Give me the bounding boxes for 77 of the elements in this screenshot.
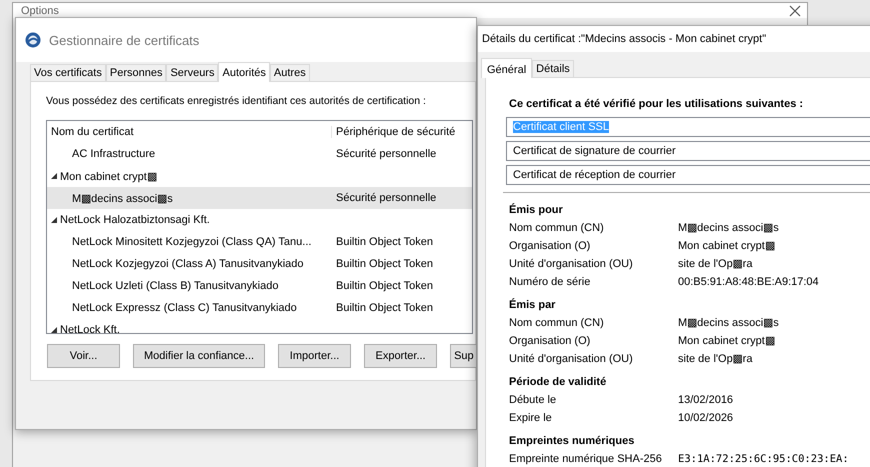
tab[interactable]: Autorités [218,62,270,82]
field-value: Mon cabinet crypt▩ [678,239,775,254]
field-label: Numéro de série [509,275,592,290]
certificate-name: Mon cabinet crypt▩ [60,170,157,182]
certificate-name: AC Infrastructure [72,148,156,160]
field-value: site de l'Op▩ra [678,352,752,367]
expanded-icon[interactable] [50,326,58,333]
usage-text: Certificat de signature de courrier [513,145,676,157]
field-label: Unité d'organisation (OU) [509,352,634,367]
window-title: Gestionnaire de certificats [49,32,200,48]
certificate-name: NetLock Expressz (Class C) Tanusitvanykiado [72,302,297,314]
action-button[interactable]: Sup [450,344,476,368]
usage-text: Certificat client SSL [513,121,609,133]
field-label: Débute le [509,393,558,408]
usage-text: Certificat de réception de courrier [513,169,676,181]
tab[interactable]: Serveurs [166,64,218,81]
tree-row[interactable]: NetLock Uzleti (Class B) Tanusitvanykiado Builtin Object Token [47,275,472,297]
tree-row[interactable]: NetLock Minositett Kozjegyzoi (Class QA) Tanu... Builtin Object Token [47,231,472,253]
security-device: Builtin Object Token [336,258,434,270]
security-device: Sécurité personnelle [336,148,436,160]
app-logo-icon [25,32,41,48]
section-heading: Ce certificat a été vérifié pour les utilisations suivantes : [509,98,804,112]
tree-row[interactable]: AC Infrastructure Sécurité personnelle [47,143,472,165]
field-value: Mon cabinet crypt▩ [678,334,775,349]
tree-row[interactable]: M▩decins associ▩s Sécurité personnelle [47,187,472,209]
field-value: M▩decins associ▩s [678,316,779,331]
tab[interactable]: Vos certificats [30,64,106,81]
tab[interactable]: Autres [270,64,310,81]
certificate-name: M▩decins associ▩s [72,192,173,204]
tree-row[interactable]: NetLock Kft. [47,319,472,333]
usage-field[interactable]: Certificat de signature de courrier [506,141,870,161]
security-device: Sécurité personnelle [336,192,436,204]
field-value: M▩decins associ▩s [678,221,779,236]
expanded-icon[interactable] [50,172,58,180]
action-button[interactable]: Voir... [47,344,120,368]
field-label: Expire le [509,411,553,426]
field-value: 13/02/2016 [678,393,734,408]
expanded-icon[interactable] [50,216,58,224]
certificate-name: NetLock Uzleti (Class B) Tanusitvanykiado [72,280,278,292]
field-value: 10/02/2026 [678,411,734,426]
section-heading: Émis par [509,297,556,313]
security-device: Builtin Object Token [336,280,434,292]
field-value: 00:B5:91:A8:48:BE:A9:17:04 [678,275,819,290]
window-title: Détails du certificat :"Mdecins associs - Mon cabinet crypt" [482,33,766,45]
action-button[interactable]: Exporter... [364,344,438,368]
certificate-name: NetLock Kozjegyzoi (Class A) Tanusitvanykiado [72,258,304,270]
security-device: Builtin Object Token [336,236,434,248]
tree-row[interactable]: Mon cabinet crypt▩ [47,165,472,187]
tab[interactable]: Général [481,58,532,78]
field-label: Organisation (O) [509,239,592,254]
security-device: Builtin Object Token [336,302,434,314]
field-label: Unité d'organisation (OU) [509,257,634,272]
tree-row[interactable]: NetLock Kozjegyzoi (Class A) Tanusitvanykiado Builtin Object Token [47,253,472,275]
certificate-name: NetLock Halozatbiztonsagi Kft. [60,214,210,226]
action-button[interactable]: Importer... [278,344,352,368]
close-icon[interactable] [789,4,801,16]
tab[interactable]: Personnes [106,64,166,81]
tree-row[interactable]: NetLock Expressz (Class C) Tanusitvanykiado Builtin Object Token [47,297,472,319]
window-title: Options [21,4,59,16]
instruction-text: Vous possédez des certificats enregistrés identifiant ces autorités de certification : [46,95,426,109]
field-value: E3:1A:72:25:6C:95:C0:23:EA: [678,452,849,467]
certificate-name: NetLock Minositett Kozjegyzoi (Class QA) Tanu... [72,236,312,248]
certificate-name: NetLock Kft. [60,324,120,333]
column-header[interactable]: Nom du certificat [47,126,331,138]
field-label: Nom commun (CN) [509,221,605,236]
tab[interactable]: Détails [532,60,574,77]
action-button[interactable]: Modifier la confiance... [133,344,266,368]
field-value: site de l'Op▩ra [678,257,752,272]
column-header[interactable]: Périphérique de sécurité [331,126,472,138]
tree-row[interactable]: NetLock Halozatbiztonsagi Kft. [47,209,472,231]
field-label: Nom commun (CN) [509,316,605,331]
usage-field[interactable]: Certificat de réception de courrier [506,165,870,185]
field-label: Empreinte numérique SHA-256 [509,452,663,467]
section-heading: Période de validité [509,375,608,390]
section-heading: Empreintes numériques [509,434,636,449]
section-heading: Émis pour [509,202,564,218]
field-label: Organisation (O) [509,334,592,349]
